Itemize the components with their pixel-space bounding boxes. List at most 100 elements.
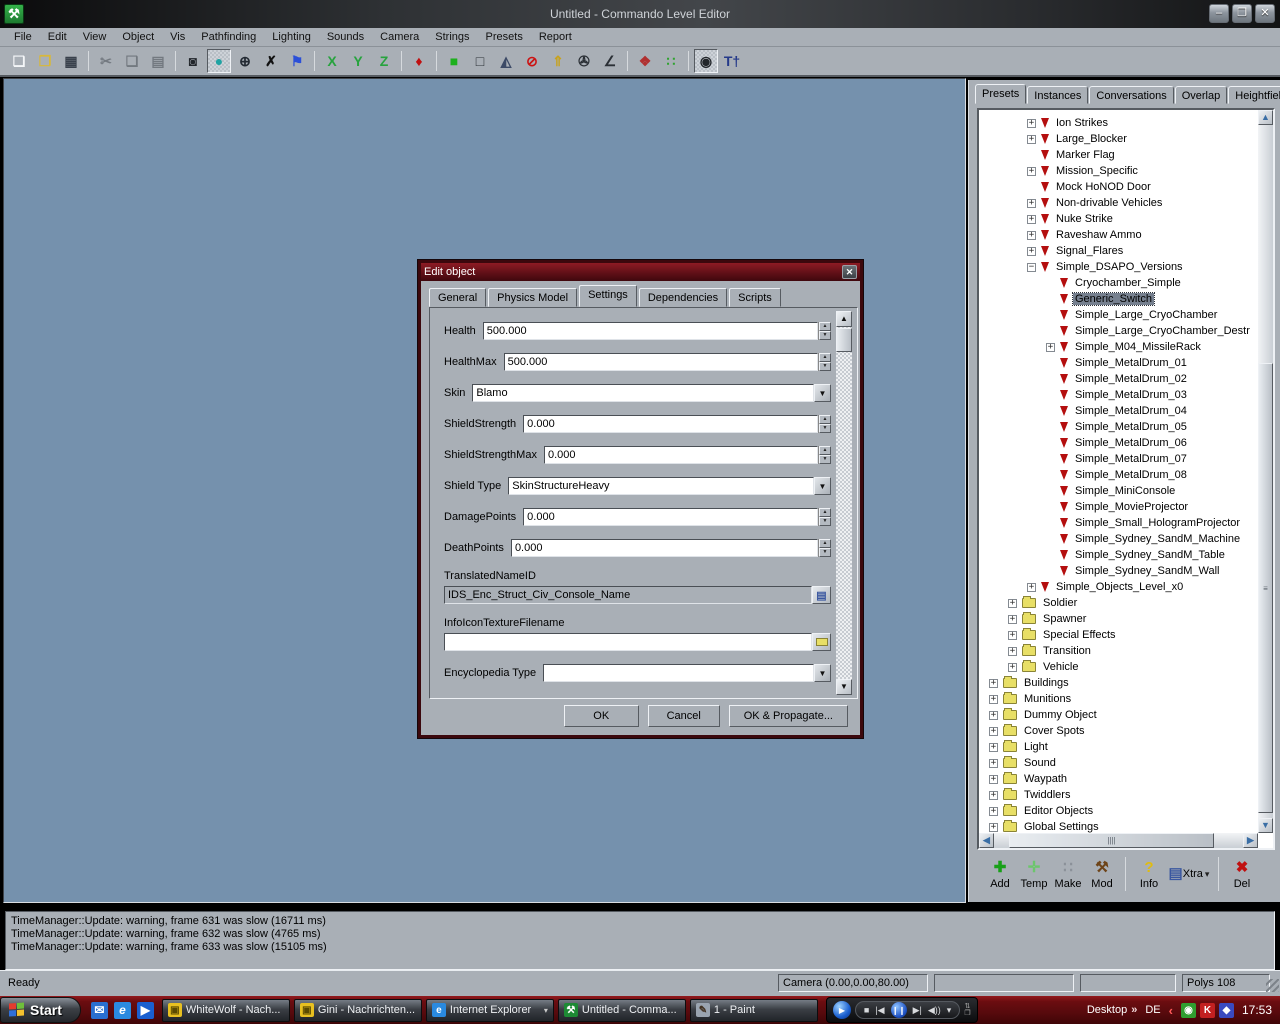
tree-item-mission-specific[interactable]: +Mission_Specific [979, 163, 1257, 179]
tree-item-simple-metaldrum-08[interactable]: Simple_MetalDrum_08 [979, 467, 1257, 483]
spinner-down-icon[interactable]: ▼ [819, 362, 831, 371]
menu-camera[interactable]: Camera [372, 29, 427, 45]
stop-icon[interactable]: ■ [864, 1005, 869, 1015]
tree-item-simple-sydney-sandm-table[interactable]: Simple_Sydney_SandM_Table [979, 547, 1257, 563]
shield-type-input[interactable]: SkinStructureHeavy [508, 477, 814, 495]
volume-icon[interactable]: ◀)) [928, 1005, 941, 1016]
expand-icon[interactable]: + [1008, 663, 1017, 672]
axis-z-icon[interactable]: Z [372, 49, 396, 73]
expand-icon[interactable]: + [1008, 599, 1017, 608]
chevron-down-icon[interactable]: ▼ [814, 477, 831, 495]
open-folder-icon[interactable]: ❒ [33, 49, 57, 73]
dialog-tab-physics-model[interactable]: Physics Model [488, 288, 577, 307]
translated-name-field[interactable]: IDS_Enc_Struct_Civ_Console_Name [444, 586, 812, 604]
tab-overlap[interactable]: Overlap [1175, 86, 1228, 104]
tree-scroll-left-button[interactable]: ◀ [979, 833, 994, 848]
tree-item-simple-large-cryochamber[interactable]: Simple_Large_CryoChamber [979, 307, 1257, 323]
tree-item-sound[interactable]: +Sound [979, 755, 1257, 771]
make-button[interactable]: ∷Make [1051, 854, 1085, 894]
spinner-up-icon[interactable]: ▲ [819, 353, 831, 362]
spinner-down-icon[interactable]: ▼ [819, 548, 831, 557]
ok-propagate-button[interactable]: OK & Propagate... [729, 705, 848, 727]
tree-scroll-right-button[interactable]: ▶ [1243, 833, 1258, 848]
minimize-button[interactable]: – [1209, 4, 1229, 23]
restore-window-icon[interactable]: ❐ [964, 1010, 970, 1017]
cut-icon[interactable]: ✂ [94, 49, 118, 73]
task-whitewolf-nach[interactable]: ▣WhiteWolf - Nach... [162, 999, 290, 1022]
expand-icon[interactable]: + [1008, 647, 1017, 656]
tree-item-large-blocker[interactable]: +Large_Blocker [979, 131, 1257, 147]
tab-conversations[interactable]: Conversations [1089, 86, 1173, 104]
skin-input[interactable]: Blamo [472, 384, 814, 402]
expand-icon[interactable]: + [989, 791, 998, 800]
menu-file[interactable]: File [6, 29, 40, 45]
expand-icon[interactable]: + [1008, 631, 1017, 640]
hide-visibility-icon[interactable]: ⊘ [520, 49, 544, 73]
camera-track-icon[interactable]: ✇ [572, 49, 596, 73]
tree-item-simple-dsapo-versions[interactable]: −Simple_DSAPO_Versions [979, 259, 1257, 275]
tree-item-editor-objects[interactable]: +Editor Objects [979, 803, 1257, 819]
expand-icon[interactable]: + [1046, 343, 1055, 352]
healthmax-spinner[interactable]: ▲▼ [818, 353, 831, 371]
camera-mode-icon[interactable]: ◙ [181, 49, 205, 73]
damagepoints-input[interactable]: 0.000 [523, 508, 818, 526]
spinner-up-icon[interactable]: ▲ [819, 415, 831, 424]
messenger-tray-icon[interactable]: ◆ [1219, 1003, 1234, 1018]
tree-item-simple-sydney-sandm-wall[interactable]: Simple_Sydney_SandM_Wall [979, 563, 1257, 579]
spinner-down-icon[interactable]: ▼ [819, 517, 831, 526]
expand-icon[interactable]: + [1027, 583, 1036, 592]
tree-item-simple-metaldrum-02[interactable]: Simple_MetalDrum_02 [979, 371, 1257, 387]
expand-icon[interactable]: + [1027, 135, 1036, 144]
menu-view[interactable]: View [75, 29, 115, 45]
string-picker-button[interactable]: ▤ [812, 586, 831, 604]
cancel-button[interactable]: Cancel [648, 705, 720, 727]
walk-character-mode-icon[interactable]: ✗ [259, 49, 283, 73]
tree-item-generic-switch[interactable]: Generic_Switch [979, 291, 1257, 307]
health-spinner[interactable]: ▲▼ [818, 322, 831, 340]
tree-item-soldier[interactable]: +Soldier [979, 595, 1257, 611]
damagepoints-spinner[interactable]: ▲▼ [818, 508, 831, 526]
chevron-down-icon[interactable]: ▼ [814, 384, 831, 402]
task-gini-nachrichten[interactable]: ▣Gini - Nachrichten... [294, 999, 422, 1022]
expand-icon[interactable]: + [989, 823, 998, 832]
paste-icon[interactable]: ▤ [146, 49, 170, 73]
start-button[interactable]: Start [0, 997, 81, 1023]
dialog-title-bar[interactable]: Edit object ✕ [421, 263, 860, 281]
dialog-close-button[interactable]: ✕ [842, 265, 857, 279]
expand-icon[interactable]: + [1027, 199, 1036, 208]
save-icon[interactable]: ▦ [59, 49, 83, 73]
mod-button[interactable]: ⚒Mod [1085, 854, 1119, 894]
icq-tray-icon[interactable]: ◉ [1181, 1003, 1196, 1018]
tree-item-munitions[interactable]: +Munitions [979, 691, 1257, 707]
tree-item-vehicle[interactable]: +Vehicle [979, 659, 1257, 675]
tree-item-simple-metaldrum-04[interactable]: Simple_MetalDrum_04 [979, 403, 1257, 419]
dialog-scrollbar[interactable]: ▲ ▼ [836, 311, 852, 695]
deathpoints-spinner[interactable]: ▲▼ [818, 539, 831, 557]
tree-item-simple-objects-level-x0[interactable]: +Simple_Objects_Level_x0 [979, 579, 1257, 595]
task-1-paint[interactable]: ✎1 - Paint [690, 999, 818, 1022]
tree-item-simple-metaldrum-03[interactable]: Simple_MetalDrum_03 [979, 387, 1257, 403]
tree-item-simple-metaldrum-05[interactable]: Simple_MetalDrum_05 [979, 419, 1257, 435]
dialog-scroll-down-button[interactable]: ▼ [836, 679, 852, 695]
tree-item-simple-sydney-sandm-machine[interactable]: Simple_Sydney_SandM_Machine [979, 531, 1257, 547]
next-icon[interactable]: ▶| [913, 1005, 922, 1016]
menu-report[interactable]: Report [531, 29, 580, 45]
tree-item-global-settings[interactable]: +Global Settings [979, 819, 1257, 833]
shieldstrength-spinner[interactable]: ▲▼ [818, 415, 831, 433]
tab-heightfield[interactable]: Heightfield [1228, 86, 1280, 104]
expand-icon[interactable]: + [1027, 247, 1036, 256]
expand-icon[interactable]: + [1027, 167, 1036, 176]
polygon-tool-icon[interactable]: ∠ [598, 49, 622, 73]
menu-presets[interactable]: Presets [478, 29, 531, 45]
health-input[interactable]: 500.000 [483, 322, 818, 340]
flag-marker-icon[interactable]: ⚑ [285, 49, 309, 73]
healthmax-input[interactable]: 500.000 [504, 353, 818, 371]
expand-icon[interactable]: + [989, 695, 998, 704]
dialog-tab-settings[interactable]: Settings [579, 285, 637, 307]
chevron-down-icon[interactable]: ▼ [814, 664, 831, 682]
tree-item-simple-m04-missilerack[interactable]: +Simple_M04_MissileRack [979, 339, 1257, 355]
kaspersky-tray-icon[interactable]: K [1200, 1003, 1215, 1018]
deathpoints-input[interactable]: 0.000 [511, 539, 818, 557]
menu-pathfinding[interactable]: Pathfinding [193, 29, 264, 45]
internet-explorer-icon[interactable]: e [114, 1002, 131, 1019]
